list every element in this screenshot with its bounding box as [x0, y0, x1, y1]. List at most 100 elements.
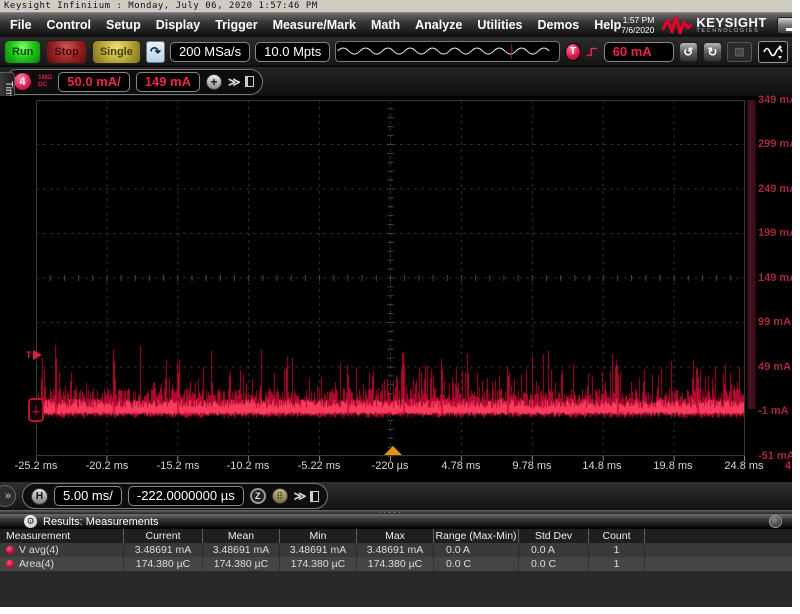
- gear-icon[interactable]: ⚙: [24, 515, 37, 528]
- redo-button[interactable]: ↻: [703, 42, 722, 62]
- measurement-dot-icon: [6, 560, 14, 568]
- v-axis-label: 149 mA: [758, 272, 792, 284]
- run-button[interactable]: Run: [4, 40, 41, 64]
- oscilloscope-app: Keysight Infiniium : Monday, July 06, 20…: [0, 0, 792, 607]
- timebase-scale-field[interactable]: 5.00 ms/: [54, 486, 122, 506]
- toolbar: Run Stop Single ↷ 200 MSa/s 10.0 Mpts T …: [0, 37, 792, 67]
- keysight-logo: KEYSIGHT TECHNOLOGIES: [662, 14, 766, 36]
- menu-utilities[interactable]: Utilities: [477, 18, 522, 32]
- row-stddev: 0.0 A: [519, 543, 589, 557]
- channel4-badge[interactable]: 4: [13, 72, 32, 91]
- brand-name: KEYSIGHT: [696, 16, 766, 29]
- menu-setup[interactable]: Setup: [106, 18, 141, 32]
- col-mean[interactable]: Mean: [203, 529, 280, 543]
- col-min[interactable]: Min: [280, 529, 357, 543]
- clock-date: 7/6/2020: [621, 25, 654, 35]
- t-axis-label: 19.8 ms: [653, 460, 692, 472]
- channel4-coupling: 1MΩ DC: [38, 75, 52, 88]
- display-mode-icon[interactable]: ▨: [727, 42, 752, 62]
- measurement-dot-icon: [6, 546, 14, 554]
- row-min: 174.380 µC: [280, 557, 357, 571]
- waveform-preview[interactable]: [335, 41, 560, 62]
- channel-expand-chevron[interactable]: ≫: [228, 75, 239, 89]
- menu-measure-mark[interactable]: Measure/Mark: [273, 18, 356, 32]
- t-axis-label: -15.2 ms: [157, 460, 200, 472]
- row-name: Area(4): [19, 558, 54, 570]
- menu-demos[interactable]: Demos: [538, 18, 580, 32]
- minimize-icon: [786, 28, 792, 31]
- v-axis-label: 249 mA: [758, 183, 792, 195]
- trigger-level-marker[interactable]: T: [26, 350, 42, 360]
- row-count: 1: [589, 543, 645, 557]
- trigger-time-marker-icon[interactable]: [384, 446, 402, 455]
- keysight-zigzag-icon: [662, 14, 692, 36]
- channel4-scale-field[interactable]: 50.0 mA/: [58, 72, 129, 92]
- table-row[interactable]: V avg(4) 3.48691 mA 3.48691 mA 3.48691 m…: [0, 543, 792, 557]
- brand-subtitle: TECHNOLOGIES: [696, 29, 766, 35]
- col-count[interactable]: Count: [589, 529, 645, 543]
- channel4-ground-marker-icon[interactable]: ⏚: [28, 398, 44, 422]
- autoscale-button[interactable]: [758, 41, 788, 63]
- channel-scale-bar: [747, 100, 756, 409]
- menu-control[interactable]: Control: [47, 18, 91, 32]
- memory-depth-field[interactable]: 10.0 Mpts: [255, 42, 330, 62]
- t-axis-label: 24.8 ms: [724, 460, 763, 472]
- menu-help[interactable]: Help: [594, 18, 621, 32]
- t-axis-label: -25.2 ms: [15, 460, 58, 472]
- col-max[interactable]: Max: [357, 529, 434, 543]
- channel4-offset-field[interactable]: 149 mA: [136, 72, 200, 92]
- menu-trigger[interactable]: Trigger: [215, 18, 257, 32]
- row-max: 174.380 µC: [357, 557, 434, 571]
- add-channel-button[interactable]: +: [206, 74, 222, 90]
- waveform-canvas[interactable]: [37, 101, 744, 455]
- v-axis-label: -1 mA: [758, 405, 789, 417]
- horizontal-popout-icon[interactable]: [310, 491, 319, 502]
- channel-row: 4 1MΩ DC 50.0 mA/ 149 mA + ≫: [0, 67, 792, 96]
- collapse-panel-button[interactable]: »: [0, 485, 16, 507]
- clock-time: 1:57 PM: [621, 15, 654, 25]
- results-empty-area: [0, 571, 792, 607]
- results-title: Results: Measurements: [43, 516, 159, 528]
- trigger-edge-icon: [586, 45, 599, 58]
- single-button[interactable]: Single: [92, 40, 141, 64]
- sample-rate-field[interactable]: 200 MSa/s: [170, 42, 250, 62]
- col-current[interactable]: Current: [124, 529, 203, 543]
- horizontal-badge[interactable]: H: [31, 488, 48, 505]
- row-stddev: 0.0 C: [519, 557, 589, 571]
- grab-handle-button[interactable]: ⠿: [272, 488, 288, 504]
- menu-display[interactable]: Display: [156, 18, 200, 32]
- stop-button[interactable]: Stop: [46, 40, 86, 64]
- touch-arrow-icon: ↷: [150, 44, 161, 60]
- trigger-level-field[interactable]: 60 mA: [604, 42, 674, 62]
- v-axis-label: 99 mA: [758, 316, 791, 328]
- row-count: 1: [589, 557, 645, 571]
- table-row[interactable]: Area(4) 174.380 µC 174.380 µC 174.380 µC…: [0, 557, 792, 571]
- zoom-button[interactable]: Z: [250, 488, 266, 504]
- col-range[interactable]: Range (Max-Min): [434, 529, 519, 543]
- col-measurement[interactable]: Measurement: [0, 529, 124, 543]
- trigger-level-marker-label: T: [26, 350, 32, 360]
- channel-popout-icon[interactable]: [245, 76, 254, 87]
- results-header-row: Measurement Current Mean Min Max Range (…: [0, 529, 792, 543]
- horizontal-expand-chevron[interactable]: ≫: [294, 489, 305, 503]
- t-axis-label: 14.8 ms: [582, 460, 621, 472]
- undo-button[interactable]: ↺: [679, 42, 698, 62]
- horizontal-group: H 5.00 ms/ -222.0000000 µs Z ⠿ ≫: [22, 483, 328, 509]
- horizontal-controls: » H 5.00 ms/ -222.0000000 µs Z ⠿ ≫: [0, 481, 792, 510]
- trigger-level-arrow-icon: [33, 350, 42, 360]
- t-axis-label: -220 µs: [372, 460, 409, 472]
- trigger-source-icon[interactable]: T: [565, 43, 581, 61]
- timebase-position-field[interactable]: -222.0000000 µs: [128, 486, 244, 506]
- menu-math[interactable]: Math: [371, 18, 400, 32]
- menu-file[interactable]: File: [10, 18, 32, 32]
- minimize-button[interactable]: [777, 17, 792, 34]
- menu-analyze[interactable]: Analyze: [415, 18, 462, 32]
- col-stddev[interactable]: Std Dev: [519, 529, 589, 543]
- touch-mode-button[interactable]: ↷: [146, 41, 165, 63]
- channel4-group: 4 1MΩ DC 50.0 mA/ 149 mA + ≫: [4, 69, 263, 95]
- clock: 1:57 PM 7/6/2020: [621, 15, 654, 35]
- menu-items: File Control Setup Display Trigger Measu…: [0, 18, 621, 32]
- results-panel-button[interactable]: [769, 515, 782, 528]
- v-axis-label: 349 mA: [758, 94, 792, 106]
- autoscale-wave-icon: [762, 44, 784, 60]
